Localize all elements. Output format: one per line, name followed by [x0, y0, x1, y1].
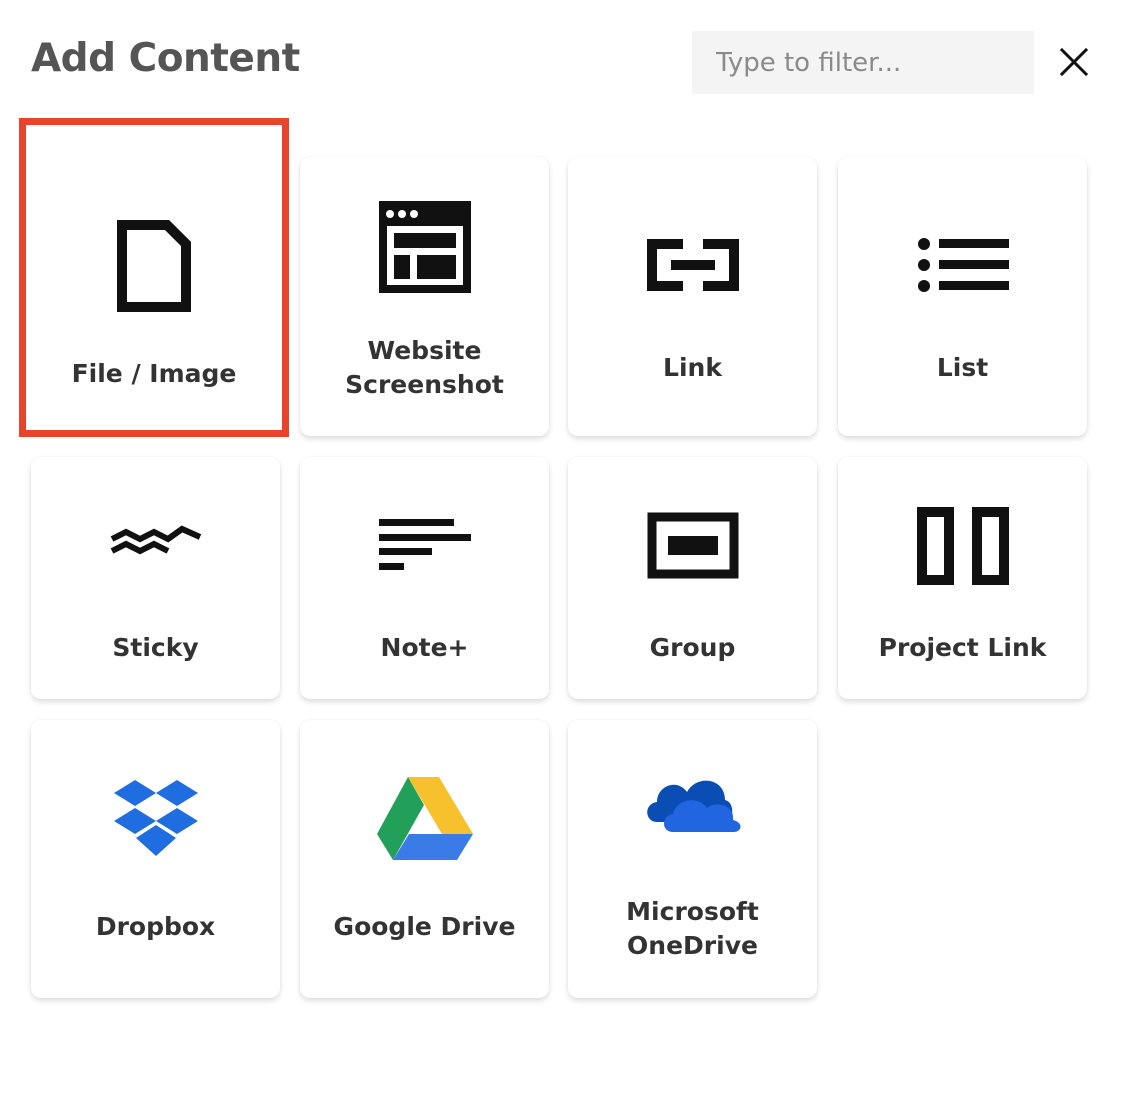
file-icon	[26, 220, 282, 312]
browser-window-icon	[300, 201, 549, 293]
tile-list[interactable]: List	[838, 157, 1087, 436]
tile-label: Google Drive	[333, 912, 516, 941]
sticky-wave-icon	[31, 525, 280, 565]
filter-input[interactable]	[692, 31, 1034, 94]
tile-microsoft-onedrive[interactable]: Microsoft OneDrive	[568, 720, 817, 998]
text-lines-icon	[300, 519, 549, 571]
tile-group[interactable]: Group	[568, 457, 817, 699]
project-columns-icon	[838, 507, 1087, 585]
link-icon	[568, 239, 817, 291]
tile-sticky[interactable]: Sticky	[31, 457, 280, 699]
close-icon	[1060, 48, 1088, 76]
bullet-list-icon	[838, 237, 1087, 293]
tile-label: File / Image	[71, 359, 237, 388]
tile-file-image[interactable]: File / Image	[19, 118, 289, 437]
tile-label: Sticky	[112, 633, 199, 662]
tile-project-link[interactable]: Project Link	[838, 457, 1087, 699]
close-button[interactable]	[1054, 42, 1094, 82]
tile-website-screenshot[interactable]: Website Screenshot	[300, 157, 549, 436]
tile-label: Dropbox	[95, 912, 216, 941]
tile-label: Website Screenshot	[345, 336, 504, 399]
tile-google-drive[interactable]: Google Drive	[300, 720, 549, 998]
group-frame-icon	[568, 512, 817, 579]
tile-label: Link	[663, 353, 722, 382]
page-title: Add Content	[31, 36, 300, 81]
tile-label: Note+	[380, 633, 469, 662]
tile-label: Group	[649, 633, 736, 662]
tile-dropbox[interactable]: Dropbox	[31, 720, 280, 998]
google-drive-logo-icon	[300, 776, 549, 860]
tile-link[interactable]: Link	[568, 157, 817, 436]
tile-label: Microsoft OneDrive	[626, 897, 759, 960]
tile-label: Project Link	[878, 633, 1047, 662]
dropbox-logo-icon	[31, 778, 280, 858]
onedrive-cloud-icon	[568, 770, 817, 834]
tile-note-plus[interactable]: Note+	[300, 457, 549, 699]
tile-label: List	[936, 353, 989, 382]
